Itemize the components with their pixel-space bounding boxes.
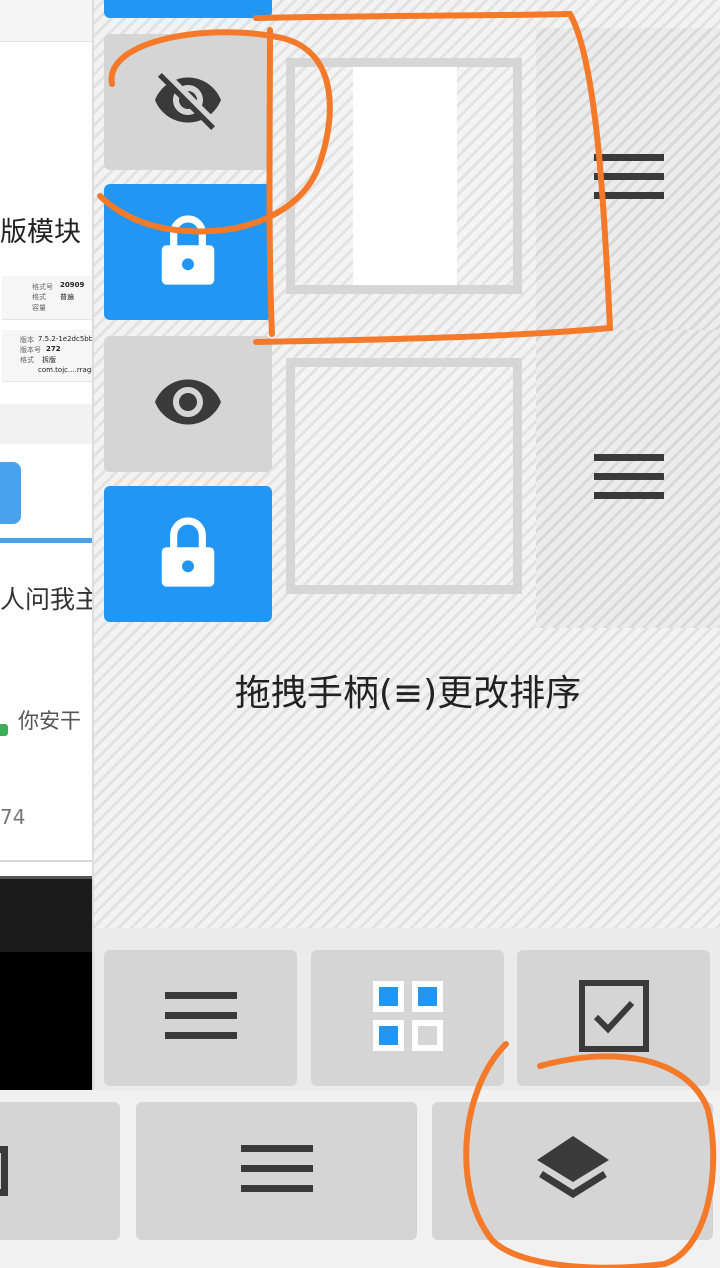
meta-value: 20909 — [60, 281, 85, 289]
reorder-hint: 拖拽手柄(≡)更改排序 — [234, 673, 582, 714]
lock-icon — [158, 515, 218, 593]
background-question-text: 人问我主 — [0, 585, 100, 614]
background-blue-button — [0, 462, 21, 524]
meta-label: 格式 — [32, 293, 46, 301]
background-link-row — [0, 404, 100, 444]
reply-icon — [0, 724, 8, 736]
bottom-layers-button[interactable] — [432, 1102, 713, 1240]
layer-list — [94, 0, 720, 628]
layer-thumbnail[interactable] — [286, 58, 522, 294]
meta-label: 格式 — [20, 356, 34, 364]
list-view-button[interactable] — [104, 950, 297, 1086]
meta-label: 版本号 — [20, 346, 41, 354]
eye-off-icon — [152, 64, 224, 140]
background-count-text: 74 — [0, 805, 26, 829]
menu-icon — [164, 992, 237, 1044]
meta-value: 普遍 — [60, 293, 74, 301]
layer-row — [94, 330, 720, 632]
checkbox-icon — [578, 979, 650, 1057]
meta-label: 容量 — [32, 304, 46, 312]
layer-row — [94, 28, 720, 330]
meta-value: com.tojc....rragh — [38, 366, 96, 374]
bottom-partial-button[interactable] — [0, 1102, 120, 1240]
meta-value: 7.5.2-1e2dc5bb — [38, 335, 94, 343]
background-progress-line — [0, 538, 100, 543]
meta-label: 格式号 — [32, 283, 53, 291]
background-app: 版模块 格式号 20909 格式 普遍 容量 版本 7.5.2-1e2dc5bb… — [0, 0, 100, 1090]
layer-thumbnail-content — [353, 67, 457, 285]
visibility-toggle-button[interactable] — [104, 34, 272, 170]
grid-icon — [372, 981, 443, 1055]
drag-handle[interactable] — [536, 28, 720, 330]
layers-icon — [536, 1136, 609, 1206]
lock-toggle-button[interactable] — [104, 184, 272, 320]
meta-value: 拆版 — [42, 356, 56, 364]
lock-icon — [158, 213, 218, 291]
bottom-toolbar — [0, 1090, 720, 1268]
menu-icon — [240, 1145, 313, 1197]
layers-panel: 拖拽手柄(≡)更改排序 — [92, 0, 720, 1098]
divider — [0, 860, 100, 862]
meta-label: 版本 — [20, 336, 34, 344]
background-meta-row: 格式号 20909 格式 普遍 容量 — [2, 276, 98, 320]
bottom-menu-button[interactable] — [136, 1102, 417, 1240]
grid-view-button[interactable] — [311, 950, 504, 1086]
visibility-toggle-button[interactable] — [104, 336, 272, 472]
drag-handle-icon — [594, 154, 664, 204]
background-reply-text: 你安干 — [18, 709, 81, 733]
eye-icon — [152, 366, 224, 442]
partial-icon — [0, 1146, 8, 1200]
lock-toggle-button[interactable] — [104, 486, 272, 622]
background-dark-tab — [0, 876, 100, 952]
panel-toolbar — [94, 928, 720, 1098]
background-header — [0, 0, 100, 42]
background-title: 版模块 — [0, 217, 81, 248]
select-button[interactable] — [517, 950, 710, 1086]
layer-thumbnail[interactable] — [286, 358, 522, 594]
drag-handle-icon — [594, 454, 664, 504]
meta-value: 272 — [46, 345, 61, 353]
drag-handle[interactable] — [536, 330, 720, 628]
previous-layer-lock-button[interactable] — [104, 0, 272, 18]
background-meta-row: 版本 7.5.2-1e2dc5bb 版本号 272 格式 拆版 com.tojc… — [2, 330, 98, 382]
